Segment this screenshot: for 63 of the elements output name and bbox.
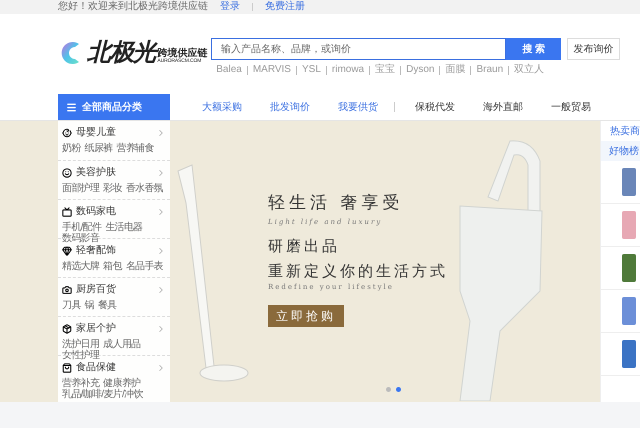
nav-link[interactable]: 批发询价: [258, 100, 322, 114]
subcategory-link[interactable]: 精选大牌: [62, 261, 100, 272]
product-thumbnail[interactable]: [622, 211, 636, 239]
nav-link[interactable]: 大额采购: [190, 100, 254, 114]
product-thumbnail[interactable]: [622, 254, 636, 282]
ranking-tab[interactable]: 好物榜: [601, 141, 640, 161]
category-title[interactable]: 美容护肤: [76, 165, 116, 180]
welcome-text: 您好！欢迎来到北极光跨境供应链: [58, 2, 208, 12]
category-icon: [62, 128, 72, 138]
banner-subtitle: 研磨出品: [268, 236, 340, 257]
subcategory-link[interactable]: 生活电器: [105, 222, 142, 233]
category-icon: [62, 168, 72, 178]
category-title[interactable]: 母婴儿童: [76, 125, 116, 140]
category-icon: [62, 246, 72, 256]
subcategory-link[interactable]: 箱包: [103, 261, 122, 272]
nav-link[interactable]: 海外直邮: [471, 100, 535, 114]
banner-slogan: 重新定义你的生活方式: [268, 260, 448, 282]
subcategory-link[interactable]: 餐具: [98, 300, 117, 311]
search-field[interactable]: 输入产品名称、品牌，或询价: [211, 38, 506, 60]
category-icon: [62, 206, 72, 216]
product-thumbnail[interactable]: [622, 168, 636, 196]
subcategory-link[interactable]: 乳品/咖啡/麦片/冲饮: [62, 389, 143, 400]
product-thumbnail[interactable]: [622, 340, 636, 368]
nav-link[interactable]: 保税代发: [403, 100, 467, 114]
hot-search-link[interactable]: 面膜: [445, 65, 466, 75]
subcategory-link[interactable]: 彩妆: [103, 183, 122, 194]
subcategory-link[interactable]: 营养辅食: [116, 143, 154, 154]
subcategory-link[interactable]: 洗护日用: [62, 339, 100, 350]
nav-link[interactable]: 我要供货: [326, 100, 390, 114]
category-header-label: 全部商品分类: [82, 100, 142, 114]
subcategory-link[interactable]: 奶粉: [62, 143, 81, 154]
category-title[interactable]: 轻奢配饰: [76, 243, 116, 258]
logo-name: 北极光: [87, 41, 156, 65]
subcategory-link[interactable]: 营养补充: [62, 378, 100, 389]
top-link[interactable]: 免费注册: [265, 2, 305, 12]
logo-tagline: 跨境供应链: [157, 48, 208, 58]
subcategory-link[interactable]: 面部护理: [62, 183, 100, 194]
subcategory-link[interactable]: 名品手表: [126, 261, 164, 272]
banner-headline: 轻生活 奢享受: [268, 192, 404, 215]
product-thumbnail[interactable]: [622, 297, 636, 325]
subcategory-link[interactable]: 健康养护: [103, 378, 140, 389]
menu-icon: [66, 102, 77, 112]
buy-now-button[interactable]: 立即抢购: [268, 304, 344, 326]
top-link[interactable]: 登录: [220, 2, 240, 12]
subcategory-link[interactable]: 刀具: [62, 300, 81, 311]
category-title[interactable]: 家居个护: [76, 321, 116, 336]
subcategory-link[interactable]: 成人用品: [103, 339, 140, 350]
category-title[interactable]: 厨房百货: [76, 282, 116, 297]
category-icon: [62, 362, 72, 372]
subcategory-link[interactable]: 手机/配件: [62, 222, 102, 233]
category-title[interactable]: 食品保健: [76, 360, 116, 375]
nav-link[interactable]: 一般贸易: [539, 100, 603, 114]
hot-search-link[interactable]: 宝宝: [375, 65, 396, 75]
search-button[interactable]: 搜 索: [506, 38, 562, 60]
category-header[interactable]: 全部商品分类: [58, 94, 170, 120]
category-icon: [62, 324, 72, 334]
subcategory-link[interactable]: 锅: [84, 300, 94, 311]
publish-inquiry-button[interactable]: 发布询价: [567, 38, 620, 60]
category-title[interactable]: 数码家电: [76, 204, 116, 219]
subcategory-link[interactable]: 纸尿裤: [84, 143, 113, 154]
category-icon: [62, 284, 72, 294]
hot-products-title: 热卖商: [610, 124, 640, 138]
subcategory-link[interactable]: 香水香氛: [126, 183, 164, 194]
